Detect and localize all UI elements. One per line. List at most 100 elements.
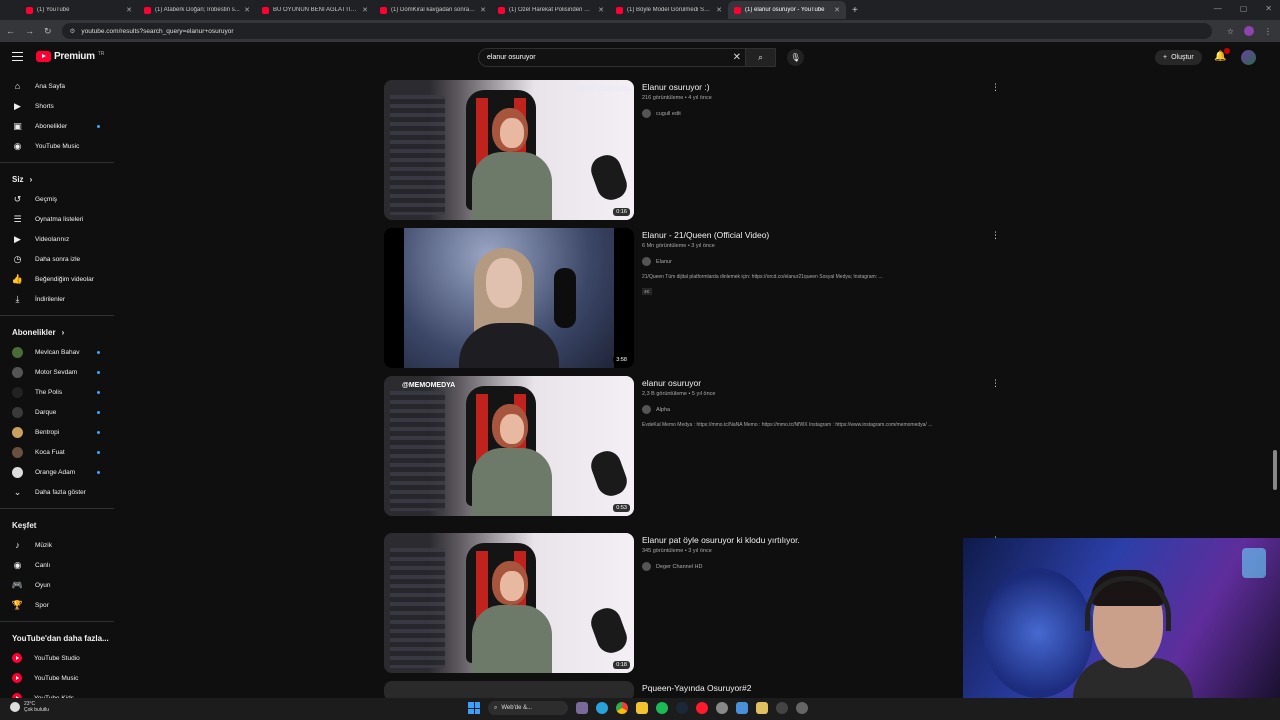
- channel-link[interactable]: Elanur: [642, 257, 1002, 266]
- back-icon[interactable]: ←: [6, 26, 15, 36]
- browser-tab[interactable]: (1) YouTube ✕: [20, 1, 138, 19]
- voice-search-button[interactable]: 🎙: [787, 49, 804, 66]
- sidebar-item[interactable]: ↺ Geçmiş: [0, 189, 114, 209]
- subscription-channel[interactable]: The Polis: [0, 382, 114, 402]
- browser-tab[interactable]: BU OYUNUN BENİ AĞLATTI | BATTI ✕: [256, 1, 374, 19]
- scrollbar[interactable]: [1273, 450, 1277, 490]
- maximize-icon[interactable]: ▢: [1240, 4, 1248, 13]
- you-section-title[interactable]: Siz ›: [0, 169, 114, 189]
- settings-icon[interactable]: [716, 702, 728, 714]
- video-thumbnail[interactable]: 3:58: [384, 228, 634, 368]
- bookmark-star-icon[interactable]: ☆: [1227, 27, 1234, 36]
- more-options-icon[interactable]: ⋮: [991, 230, 1000, 241]
- chrome-icon[interactable]: [616, 702, 628, 714]
- video-title[interactable]: Elanur pat öyle osuruyor ki klodu yırtıl…: [642, 535, 1002, 545]
- show-more-button[interactable]: ⌄ Daha fazla göster: [0, 482, 114, 502]
- sidebar-item[interactable]: ▶ Shorts: [0, 96, 114, 116]
- sidebar-item[interactable]: 🎮 Oyun: [0, 575, 114, 595]
- subscription-channel[interactable]: Darque: [0, 402, 114, 422]
- new-tab-button[interactable]: +: [852, 5, 858, 16]
- video-result[interactable]: @twitchpostu 0:16 Elanur osuruyor :) 216 gö…: [384, 80, 1004, 220]
- more-options-icon[interactable]: ⋮: [991, 378, 1000, 389]
- clear-search-icon[interactable]: ✕: [733, 52, 741, 63]
- subscription-channel[interactable]: Orange Adam: [0, 462, 114, 482]
- opera-icon[interactable]: [696, 702, 708, 714]
- obs-icon[interactable]: [776, 702, 788, 714]
- site-info-icon[interactable]: ⚙: [70, 27, 76, 35]
- close-tab-icon[interactable]: ✕: [244, 6, 250, 14]
- sidebar-item[interactable]: ◷ Daha sonra izle: [0, 249, 114, 269]
- close-window-icon[interactable]: ✕: [1265, 4, 1272, 13]
- video-title[interactable]: Elanur osuruyor :): [642, 82, 1002, 92]
- close-tab-icon[interactable]: ✕: [716, 6, 722, 14]
- app-icon-2[interactable]: [756, 702, 768, 714]
- spotify-icon[interactable]: [656, 702, 668, 714]
- thumbnail-watermark: @twitchpostu: [577, 84, 630, 93]
- youtube-app-link[interactable]: YouTube Studio: [0, 648, 114, 668]
- forward-icon[interactable]: →: [25, 26, 34, 36]
- close-tab-icon[interactable]: ✕: [126, 6, 132, 14]
- telegram-icon[interactable]: [596, 702, 608, 714]
- video-duration: 3:58: [613, 356, 630, 364]
- video-title[interactable]: Pqueen-Yayında Osuruyor#2: [642, 683, 1002, 693]
- browser-tab[interactable]: (1) Ataberk Doğan; İrobestin s... ✕: [138, 1, 256, 19]
- weather-widget[interactable]: 23°C Çok bulutlu: [10, 701, 49, 713]
- subscriptions-section-title[interactable]: Abonelikler ›: [0, 322, 114, 342]
- account-avatar[interactable]: [1241, 50, 1256, 65]
- youtube-logo[interactable]: Premium TR: [36, 51, 104, 62]
- browser-menu-icon[interactable]: ⋮: [1264, 27, 1272, 36]
- app-icon-3[interactable]: [796, 702, 808, 714]
- task-view-icon[interactable]: [576, 702, 588, 714]
- browser-tab[interactable]: (1) Böyle Model Görülmedi Sa... ✕: [610, 1, 728, 19]
- video-thumbnail[interactable]: @MEMOMEDYA 0:53: [384, 376, 634, 516]
- video-result[interactable]: 0:18 Elanur pat öyle osuruyor ki klodu yı…: [384, 533, 1004, 673]
- subscription-channel[interactable]: Bentropi: [0, 422, 114, 442]
- sidebar-item[interactable]: ☰ Oynatma listeleri: [0, 209, 114, 229]
- minimize-icon[interactable]: —: [1214, 4, 1222, 13]
- channel-link[interactable]: cugull edit: [642, 109, 1002, 118]
- sidebar-item[interactable]: ⤓ İndirilenler: [0, 289, 114, 309]
- create-button[interactable]: + Oluştur: [1155, 50, 1202, 65]
- video-result[interactable]: 3:58 Elanur - 21/Queen (Official Video) 6 …: [384, 228, 1004, 368]
- browser-tab[interactable]: (1) elanur osuruyor - YouTube ✕: [728, 1, 846, 19]
- video-result[interactable]: @MEMOMEDYA 0:53 elanur osuruyor 2,3 B görün…: [384, 376, 1004, 516]
- close-tab-icon[interactable]: ✕: [834, 6, 840, 14]
- search-input[interactable]: elanur osuruyor ✕ ⌕: [478, 48, 776, 67]
- video-title[interactable]: Elanur - 21/Queen (Official Video): [642, 230, 1002, 240]
- close-tab-icon[interactable]: ✕: [480, 6, 486, 14]
- subscription-channel[interactable]: Mevlcan Bahav: [0, 342, 114, 362]
- close-tab-icon[interactable]: ✕: [598, 6, 604, 14]
- sidebar-item[interactable]: 👍 Beğendiğim videolar: [0, 269, 114, 289]
- browser-tab[interactable]: (1) DomKiral kavgadan sonra s... ✕: [374, 1, 492, 19]
- sidebar-item[interactable]: ◉ Canlı: [0, 555, 114, 575]
- notifications-button[interactable]: 🔔: [1214, 48, 1231, 62]
- browser-tab[interactable]: (1) Özel Harekat Polisinden Dün... ✕: [492, 1, 610, 19]
- windows-start-icon[interactable]: [468, 702, 480, 714]
- steam-icon[interactable]: [676, 702, 688, 714]
- sidebar-item[interactable]: 🏆 Spor: [0, 595, 114, 615]
- subscription-channel[interactable]: Motor Sevdam: [0, 362, 114, 382]
- profile-avatar-small[interactable]: [1244, 26, 1254, 36]
- search-button[interactable]: ⌕: [745, 49, 775, 66]
- video-thumbnail[interactable]: @twitchpostu 0:16: [384, 80, 634, 220]
- taskbar-search[interactable]: ⌕ Web'de &...: [488, 701, 568, 715]
- url-field[interactable]: ⚙ youtube.com/results?search_query=elanu…: [61, 23, 1212, 39]
- file-explorer-icon[interactable]: [636, 702, 648, 714]
- close-tab-icon[interactable]: ✕: [362, 6, 368, 14]
- subscription-channel[interactable]: Koca Fuat: [0, 442, 114, 462]
- menu-icon[interactable]: [12, 52, 23, 61]
- video-stats: 345 görüntüleme • 3 yıl önce: [642, 548, 712, 554]
- video-title[interactable]: elanur osuruyor: [642, 378, 1002, 388]
- sidebar-item[interactable]: ▶ Videolarınız: [0, 229, 114, 249]
- sidebar-item[interactable]: ⌂ Ana Sayfa: [0, 76, 114, 96]
- sidebar-item[interactable]: ◉ YouTube Music: [0, 136, 114, 156]
- video-thumbnail[interactable]: 0:18: [384, 533, 634, 673]
- channel-link[interactable]: Alpha: [642, 405, 1002, 414]
- reload-icon[interactable]: ↻: [44, 26, 52, 37]
- more-options-icon[interactable]: ⋮: [991, 82, 1000, 93]
- channel-link[interactable]: Deger Channel HD: [642, 562, 1002, 571]
- sidebar-item[interactable]: ▣ Abonelikler: [0, 116, 114, 136]
- youtube-app-link[interactable]: YouTube Music: [0, 668, 114, 688]
- app-icon[interactable]: [736, 702, 748, 714]
- sidebar-item[interactable]: ♪ Müzik: [0, 535, 114, 555]
